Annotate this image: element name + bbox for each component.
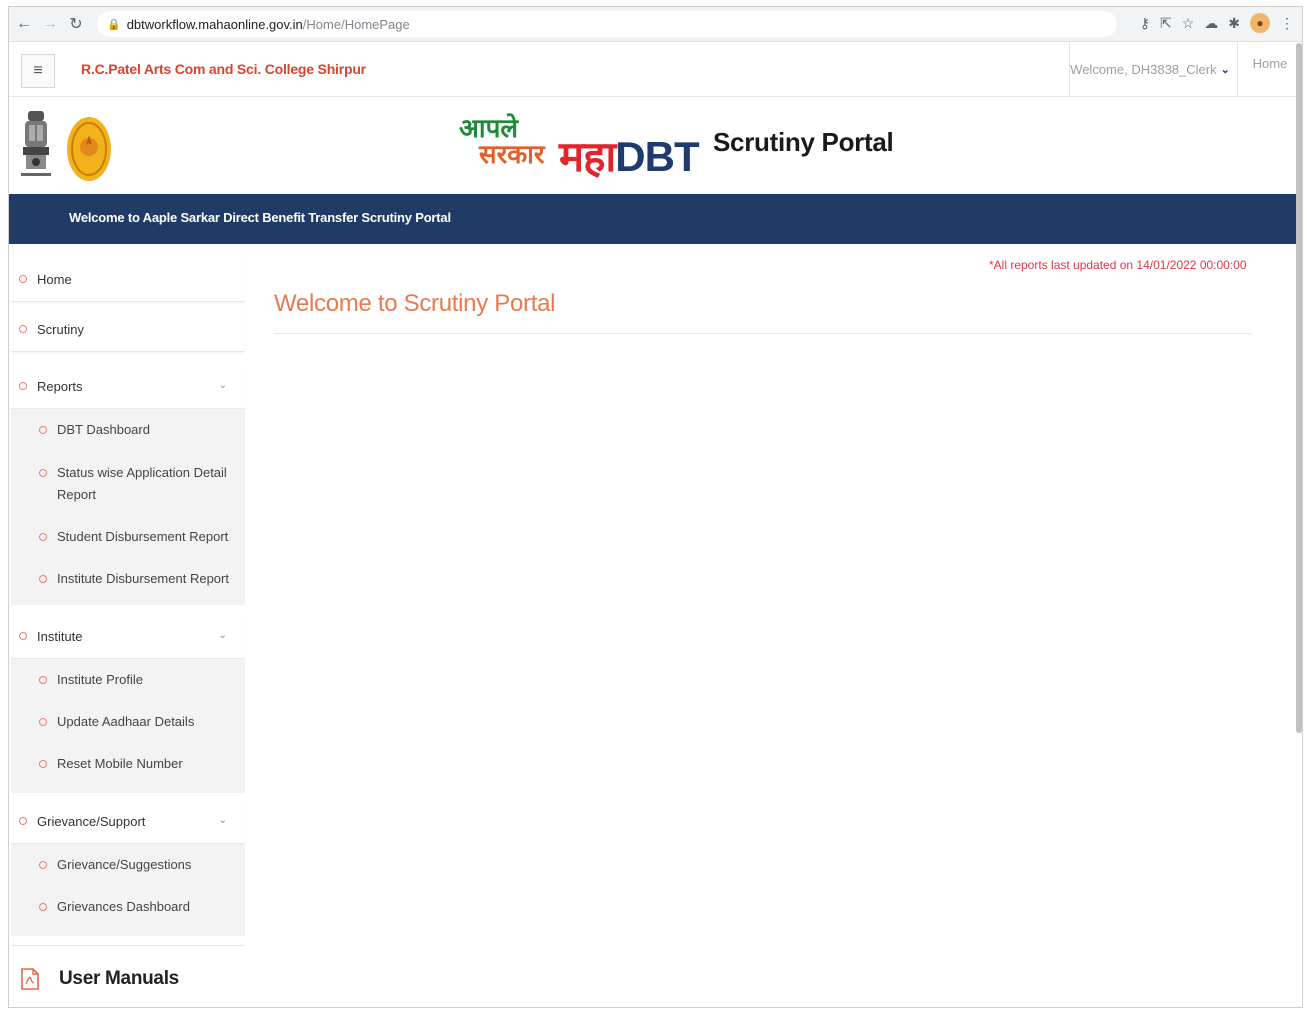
submenu-item-student-disbursement[interactable]: Student Disbursement Report: [31, 526, 231, 548]
sidebar: Home Scrutiny Reports ⌄ DBT Dashboard St…: [9, 257, 247, 1007]
address-bar[interactable]: 🔒 dbtworkflow.mahaonline.gov.in/Home/Hom…: [97, 11, 1117, 37]
user-menu-dropdown[interactable]: Welcome, DH3838_Clerk ⌄: [1069, 42, 1230, 96]
browser-toolbar: ← → ↻ 🔒 dbtworkflow.mahaonline.gov.in/Ho…: [9, 7, 1302, 42]
sidebar-item-home[interactable]: Home: [11, 257, 245, 302]
submenu-item-reset-mobile[interactable]: Reset Mobile Number: [31, 753, 231, 775]
submenu-item-status-wise-report[interactable]: Status wise Application Detail Report: [31, 462, 231, 506]
share-icon[interactable]: ⇱: [1160, 15, 1172, 32]
cloud-icon[interactable]: ☁: [1204, 15, 1218, 32]
bullet-icon: [39, 718, 47, 726]
aaple-sarkar-logo: आपले सरकार: [459, 115, 545, 167]
url-host: dbtworkflow.mahaonline.gov.in: [126, 16, 303, 32]
submenu-item-grievances-dashboard[interactable]: Grievances Dashboard: [31, 896, 231, 918]
college-name: R.C.Patel Arts Com and Sci. College Shir…: [81, 61, 366, 77]
user-manuals-label: User Manuals: [59, 968, 179, 989]
submenu-item-institute-profile[interactable]: Institute Profile: [31, 669, 231, 691]
profile-avatar-icon[interactable]: ●: [1250, 13, 1270, 33]
chevron-down-icon: ⌄: [218, 815, 227, 826]
grievance-submenu: Grievance/Suggestions Grievances Dashboa…: [11, 844, 245, 936]
bullet-icon: [19, 275, 27, 283]
more-vertical-icon[interactable]: ⋮: [1280, 15, 1294, 32]
sidebar-item-label: Scrutiny: [37, 321, 84, 337]
banner-text: Welcome to Aaple Sarkar Direct Benefit T…: [69, 210, 451, 225]
sidebar-item-label: Home: [37, 271, 72, 287]
bullet-icon: [39, 533, 47, 541]
bullet-icon: [39, 903, 47, 911]
back-arrow-icon[interactable]: ←: [13, 13, 35, 35]
bullet-icon: [39, 676, 47, 684]
submenu-item-label: Institute Disbursement Report: [57, 571, 229, 586]
bullet-icon: [19, 632, 27, 640]
bullet-icon: [39, 426, 47, 434]
bullet-icon: [39, 760, 47, 768]
reports-submenu: DBT Dashboard Status wise Application De…: [11, 409, 245, 605]
sidebar-item-user-manuals[interactable]: User Manuals: [11, 945, 245, 1007]
bullet-icon: [39, 575, 47, 583]
chevron-down-icon: ⌄: [218, 630, 227, 641]
browser-extension-icons: ⚷ ⇱ ☆ ☁ ✱ ● ⋮: [1140, 13, 1294, 33]
national-emblem-icon: [21, 111, 51, 176]
sarkar-text: सरकार: [479, 139, 545, 169]
portal-title: Scrutiny Portal: [713, 127, 894, 157]
page-title: Welcome to Scrutiny Portal: [274, 290, 556, 317]
aaple-text: आपले: [459, 113, 518, 143]
submenu-item-update-aadhaar[interactable]: Update Aadhaar Details: [31, 711, 231, 733]
submenu-item-label: Institute Profile: [57, 672, 143, 687]
url-path: /Home/HomePage: [302, 16, 410, 32]
pdf-icon: [21, 968, 39, 990]
chevron-down-icon: ⌄: [218, 380, 227, 391]
submenu-item-institute-disbursement[interactable]: Institute Disbursement Report: [31, 568, 231, 590]
dbt-text: DBT: [615, 133, 699, 180]
key-icon[interactable]: ⚷: [1140, 15, 1150, 32]
bullet-icon: [19, 382, 27, 390]
browser-window: ← → ↻ 🔒 dbtworkflow.mahaonline.gov.in/Ho…: [8, 6, 1303, 1008]
puzzle-icon[interactable]: ✱: [1228, 15, 1240, 32]
sidebar-item-scrutiny[interactable]: Scrutiny: [11, 307, 245, 352]
title-divider: [274, 333, 1251, 334]
submenu-item-grievance-suggestions[interactable]: Grievance/Suggestions: [31, 854, 231, 876]
app-header: ≡ R.C.Patel Arts Com and Sci. College Sh…: [9, 42, 1302, 97]
sidebar-item-label: Grievance/Support: [37, 813, 146, 829]
submenu-item-label: Grievances Dashboard: [57, 899, 190, 914]
lock-icon: 🔒: [107, 18, 121, 31]
sidebar-item-institute[interactable]: Institute ⌄: [11, 614, 245, 659]
bullet-icon: [39, 469, 47, 477]
submenu-item-label: DBT Dashboard: [57, 422, 150, 437]
sidebar-item-grievance-support[interactable]: Grievance/Support ⌄: [11, 799, 245, 844]
bullet-icon: [19, 817, 27, 825]
institute-submenu: Institute Profile Update Aadhaar Details…: [11, 659, 245, 793]
submenu-item-label: Student Disbursement Report: [57, 529, 229, 544]
submenu-item-dbt-dashboard[interactable]: DBT Dashboard: [31, 419, 231, 441]
bullet-icon: [39, 861, 47, 869]
bullet-icon: [19, 325, 27, 333]
maha-text: महा: [559, 133, 616, 180]
sidebar-item-label: Reports: [37, 378, 83, 394]
welcome-user-label: Welcome, DH3838_Clerk: [1070, 61, 1217, 77]
reload-icon[interactable]: ↻: [65, 13, 87, 35]
sidebar-item-label: Institute: [37, 628, 83, 644]
welcome-banner: Welcome to Aaple Sarkar Direct Benefit T…: [9, 194, 1302, 244]
submenu-item-label: Update Aadhaar Details: [57, 714, 195, 729]
reports-updated-note: *All reports last updated on 14/01/2022 …: [989, 258, 1247, 272]
logo-band: आपले सरकार महाDBT Scrutiny Portal: [9, 97, 1302, 193]
sidebar-item-reports[interactable]: Reports ⌄: [11, 364, 245, 409]
forward-arrow-icon[interactable]: →: [39, 13, 61, 35]
mahadbt-logo: महाDBT: [559, 127, 700, 184]
home-link[interactable]: Home: [1237, 42, 1302, 96]
submenu-item-label: Reset Mobile Number: [57, 756, 183, 771]
hamburger-menu-icon[interactable]: ≡: [21, 54, 55, 88]
chevron-down-icon: ⌄: [1220, 63, 1230, 76]
star-icon[interactable]: ☆: [1182, 15, 1195, 32]
page-scrollbar[interactable]: [1296, 43, 1302, 733]
maharashtra-seal-icon: [67, 117, 111, 181]
submenu-item-label: Status wise Application Detail Report: [57, 465, 227, 502]
submenu-item-label: Grievance/Suggestions: [57, 857, 192, 872]
